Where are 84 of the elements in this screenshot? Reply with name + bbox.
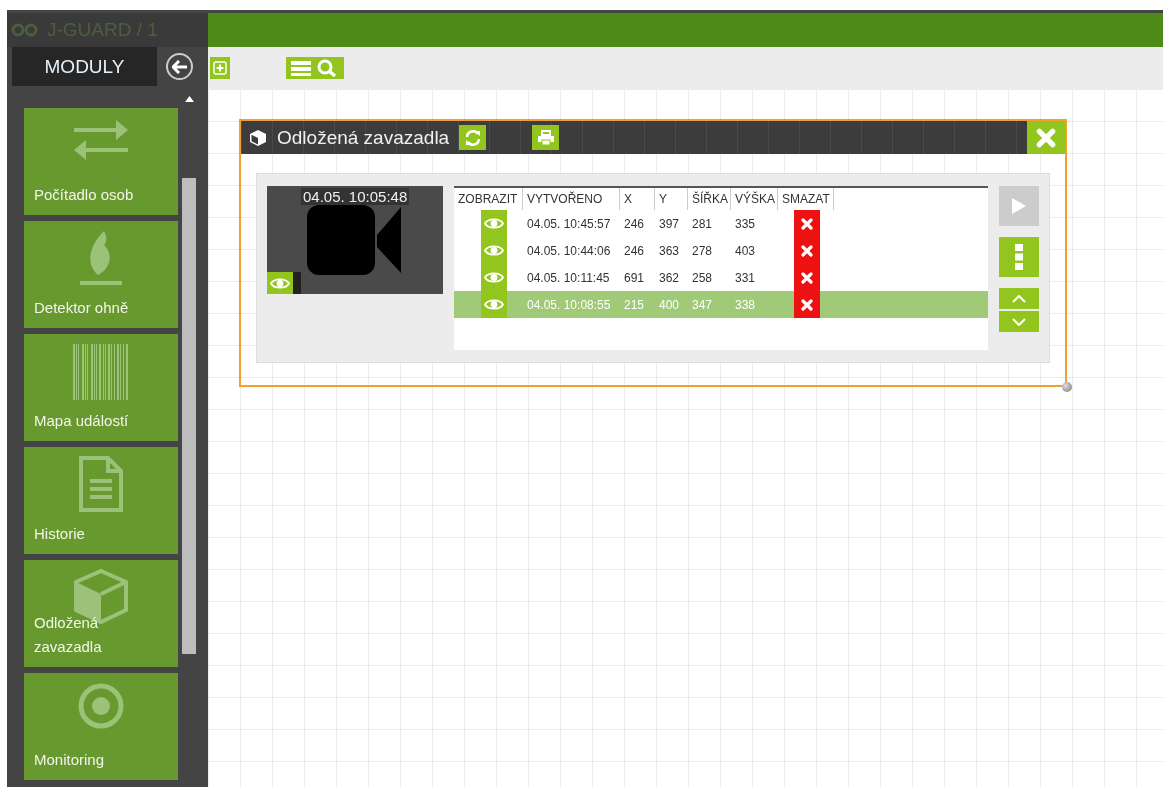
add-button[interactable]	[210, 57, 230, 79]
scrollbar-thumb[interactable]	[182, 178, 196, 654]
close-icon	[801, 271, 813, 284]
column-header: VYTVOŘENO	[523, 188, 620, 210]
table-cell-text: 281	[691, 216, 714, 231]
table-cell-text: 04.05. 10:08:55	[526, 297, 612, 312]
module-label: Mapa událostí	[34, 411, 129, 431]
table-cell-text: 347	[691, 297, 714, 312]
target-icon	[76, 681, 126, 731]
table-cell-text: 397	[658, 216, 681, 231]
table-cell-text: 246	[623, 216, 646, 231]
table-cell-text: 04.05. 10:44:06	[526, 243, 612, 258]
close-icon	[1036, 127, 1056, 148]
table-cell-text: 246	[623, 243, 646, 258]
resize-handle[interactable]	[1062, 382, 1072, 392]
window-title: Odložená zavazadla	[277, 126, 450, 149]
back-button[interactable]	[166, 53, 193, 80]
table-cell-text: 04.05. 10:45:57	[526, 216, 612, 231]
search-list-button[interactable]	[286, 57, 344, 79]
table-cell-text: 215	[623, 297, 646, 312]
more-button[interactable]	[999, 237, 1039, 277]
module-tile[interactable]: Historie	[24, 447, 178, 554]
module-label: Počítadlo osob	[34, 185, 134, 205]
module-label: Monitoring	[34, 750, 105, 770]
column-header: X	[620, 188, 655, 210]
cube-icon	[249, 128, 267, 147]
table-cell-text: 338	[734, 297, 757, 312]
refresh-button[interactable]	[459, 125, 487, 150]
logo-icon	[11, 22, 39, 38]
module-tile[interactable]: Mapa událostí	[24, 334, 178, 441]
barcode-icon	[73, 342, 129, 400]
module-label: Detektor ohně	[34, 298, 129, 318]
up-button[interactable]	[999, 288, 1039, 309]
more-icon	[1015, 244, 1023, 270]
show-button[interactable]	[267, 272, 301, 294]
table-row[interactable]: 04.05. 10:11:45 691 362 258 331	[454, 264, 988, 291]
modules-title: MODULY	[12, 47, 157, 86]
column-header: VÝŠKA	[731, 188, 778, 210]
chevron-down-icon	[1012, 317, 1026, 326]
table-cell-text: 04.05. 10:11:45	[526, 270, 611, 285]
play-button[interactable]	[999, 186, 1039, 226]
eye-icon	[483, 271, 504, 284]
eye-icon	[270, 276, 290, 290]
play-icon	[1011, 197, 1027, 215]
delete-button[interactable]	[794, 291, 820, 318]
close-button[interactable]	[1027, 121, 1065, 154]
module-tile[interactable]: Odložená zavazadla	[24, 560, 178, 667]
printer-icon	[536, 129, 555, 146]
table-cell-text: 362	[658, 270, 681, 285]
table-cell-text: 258	[691, 270, 714, 285]
print-button[interactable]	[532, 125, 560, 150]
table-cell-text: 363	[658, 243, 681, 258]
eye-icon	[483, 298, 504, 311]
close-icon	[801, 298, 813, 311]
eye-icon	[483, 217, 504, 230]
table-row[interactable]: 04.05. 10:08:55 215 400 347 338	[454, 291, 988, 318]
table-cell-text: 335	[734, 216, 757, 231]
table-cell-text: 400	[658, 297, 681, 312]
table-cell-text: 278	[691, 243, 714, 258]
eye-icon	[483, 244, 504, 257]
table-cell-text: 403	[734, 243, 757, 258]
table-cell-text: 691	[623, 270, 646, 285]
down-button[interactable]	[999, 311, 1039, 332]
table-row[interactable]: 04.05. 10:44:06 246 363 278 403	[454, 237, 988, 264]
close-icon	[801, 244, 813, 257]
table-cell-text: 331	[734, 270, 757, 285]
module-label: Historie	[34, 524, 85, 544]
module-tile[interactable]: Detektor ohně	[24, 221, 178, 328]
module-tile[interactable]: Monitoring	[24, 673, 178, 780]
table-row[interactable]: 04.05. 10:45:57 246 397 281 335	[454, 210, 988, 237]
refresh-icon	[463, 128, 482, 147]
document-icon	[78, 455, 124, 513]
close-icon	[801, 217, 813, 230]
scroll-up-icon[interactable]	[184, 96, 194, 102]
plus-icon	[213, 61, 227, 75]
column-header: ŠÍŘKA	[688, 188, 731, 210]
flame-icon	[78, 229, 124, 287]
module-label: Odložená zavazadla	[34, 613, 103, 657]
module-tile[interactable]: Počítadlo osob	[24, 108, 178, 215]
back-arrow-icon	[171, 59, 188, 74]
preview-timestamp: 04.05. 10:05:48	[301, 188, 410, 205]
chevron-up-icon	[1012, 294, 1026, 303]
delete-button[interactable]	[794, 210, 820, 237]
column-header: Y	[655, 188, 688, 210]
